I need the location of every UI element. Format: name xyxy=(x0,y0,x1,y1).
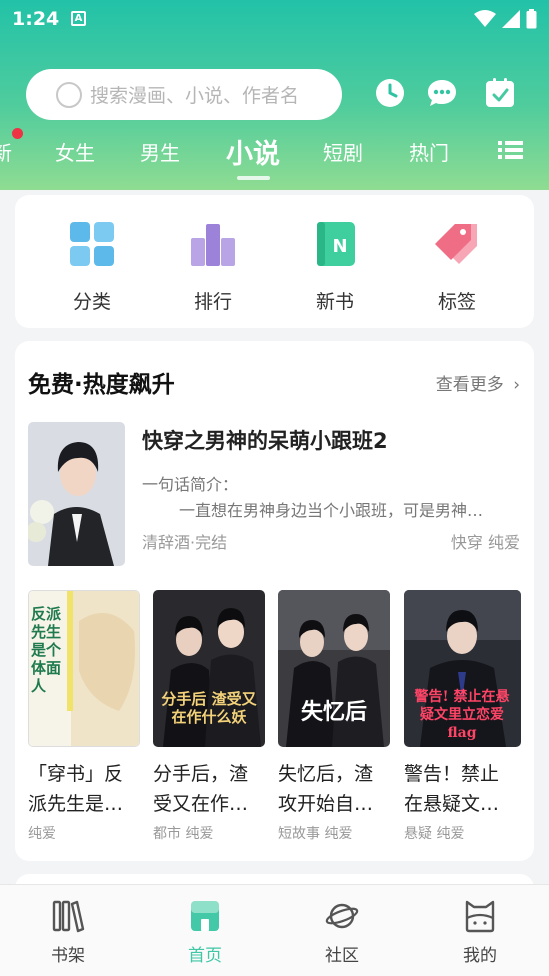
book-tags: 纯爱 xyxy=(28,826,56,842)
tab-female[interactable]: 女生 xyxy=(55,137,95,166)
featured-author-status: 清辞酒·完结 xyxy=(142,533,228,552)
quick-links-card: 分类 排行 N 新书 标签 xyxy=(15,195,534,328)
tab-hot[interactable]: 热门 xyxy=(409,137,449,166)
book-cover-title: 警告! 禁止在悬疑文里立恋爱flag xyxy=(414,689,510,741)
tab-partial[interactable]: 新 xyxy=(0,137,12,166)
bottom-nav: 书架 首页 社区 我的 xyxy=(0,884,549,976)
nav-label: 我的 xyxy=(463,946,497,966)
notification-icon: A xyxy=(71,11,86,26)
featured-cover-art xyxy=(28,422,125,566)
featured-book-cover[interactable] xyxy=(28,422,125,566)
book-item[interactable]: 反派先生 是个体面人 「穿书」反派先生是… 纯爱 xyxy=(28,590,141,843)
nav-community[interactable]: 社区 xyxy=(307,899,377,966)
message-icon[interactable] xyxy=(427,78,457,108)
nav-label: 首页 xyxy=(188,946,222,966)
quick-link-tags[interactable]: 标签 xyxy=(417,220,497,314)
search-icon xyxy=(56,81,82,108)
nav-label: 社区 xyxy=(325,946,359,966)
planet-icon xyxy=(325,903,359,929)
quick-link-new-books[interactable]: N 新书 xyxy=(295,220,375,314)
battery-icon xyxy=(526,9,537,29)
quick-link-label: 排行 xyxy=(193,291,232,313)
book-tags: 都市 纯爱 xyxy=(153,826,214,842)
search-placeholder: 搜索漫画、小说、作者名 xyxy=(90,85,300,107)
featured-intro-label: 一句话简介： xyxy=(142,475,239,494)
book-title[interactable]: 分手后，渣受又在作… xyxy=(153,759,266,819)
quick-link-label: 标签 xyxy=(437,291,476,313)
featured-tags: 快穿 纯爱 xyxy=(450,533,520,552)
search-bar[interactable]: 搜索漫画、小说、作者名 xyxy=(26,69,342,120)
tab-novel[interactable]: 小说 xyxy=(226,132,280,171)
status-bar: 1:24 A xyxy=(0,0,549,40)
book-cover-title: 分手后 渣受又在作什么妖 xyxy=(161,690,257,726)
book-cover[interactable]: 分手后 渣受又在作什么妖 xyxy=(153,590,265,747)
tab-short-drama[interactable]: 短剧 xyxy=(323,137,363,166)
menu-icon[interactable] xyxy=(498,140,523,160)
tab-male[interactable]: 男生 xyxy=(140,137,180,166)
book-cover[interactable]: 失忆后 xyxy=(278,590,390,747)
nav-profile[interactable]: 我的 xyxy=(445,899,515,966)
book-cover-title: 反派先生 是个体面人 xyxy=(31,605,62,695)
tag-icon xyxy=(435,224,477,264)
bookshelf-icon xyxy=(52,900,85,933)
see-more-link[interactable]: 查看更多 › xyxy=(436,370,520,395)
checkin-icon[interactable] xyxy=(485,78,515,108)
ranking-icon xyxy=(191,224,235,266)
cat-profile-icon xyxy=(465,900,495,933)
featured-intro: 一直想在男神身边当个小跟班，可是男神… xyxy=(179,501,484,520)
status-time: 1:24 xyxy=(12,8,60,30)
book-tags: 短故事 纯爱 xyxy=(278,826,353,842)
book-tags: 悬疑 纯爱 xyxy=(404,826,465,842)
category-tabs: 新 女生 男生 小说 短剧 热门 xyxy=(0,132,549,172)
quick-link-label: 分类 xyxy=(72,291,111,313)
history-clock-icon[interactable] xyxy=(375,78,405,108)
book-title[interactable]: 警告！禁止在悬疑文… xyxy=(404,759,517,819)
svg-text:N: N xyxy=(332,236,347,257)
new-book-icon: N xyxy=(317,222,355,266)
home-icon xyxy=(191,901,219,931)
quick-link-category[interactable]: 分类 xyxy=(52,220,132,314)
book-cover-title: 失忆后 xyxy=(300,699,367,725)
nav-bookshelf[interactable]: 书架 xyxy=(33,899,103,966)
see-more-label: 查看更多 xyxy=(435,375,504,395)
wifi-icon xyxy=(474,10,496,27)
featured-book-title[interactable]: 快穿之男神的呆萌小跟班2 xyxy=(142,425,388,455)
signal-icon xyxy=(502,10,520,28)
chevron-right-icon: › xyxy=(513,375,520,395)
book-item[interactable]: 失忆后 失忆后，渣攻开始自… 短故事 纯爱 xyxy=(278,590,391,843)
section-title: 免费·热度飙升 xyxy=(28,372,175,398)
book-cover[interactable]: 反派先生 是个体面人 xyxy=(28,590,140,747)
nav-label: 书架 xyxy=(51,946,85,966)
nav-home[interactable]: 首页 xyxy=(170,899,240,966)
grid-icon xyxy=(70,222,114,266)
book-item[interactable]: 分手后 渣受又在作什么妖 分手后，渣受又在作… 都市 纯爱 xyxy=(153,590,266,843)
quick-link-ranking[interactable]: 排行 xyxy=(173,220,253,314)
quick-link-label: 新书 xyxy=(315,291,354,313)
status-icons xyxy=(474,9,537,29)
tab-indicator xyxy=(237,176,270,180)
book-item[interactable]: 警告! 禁止在悬疑文里立恋爱flag 警告！禁止在悬疑文… 悬疑 纯爱 xyxy=(404,590,521,843)
book-cover[interactable]: 警告! 禁止在悬疑文里立恋爱flag xyxy=(404,590,521,747)
free-trending-section: 免费·热度飙升 查看更多 › 快穿之男神的呆萌小跟班2 一句话简介： 一直想在男… xyxy=(15,341,534,861)
book-title[interactable]: 「穿书」反派先生是… xyxy=(28,759,141,819)
book-title[interactable]: 失忆后，渣攻开始自… xyxy=(278,759,391,819)
